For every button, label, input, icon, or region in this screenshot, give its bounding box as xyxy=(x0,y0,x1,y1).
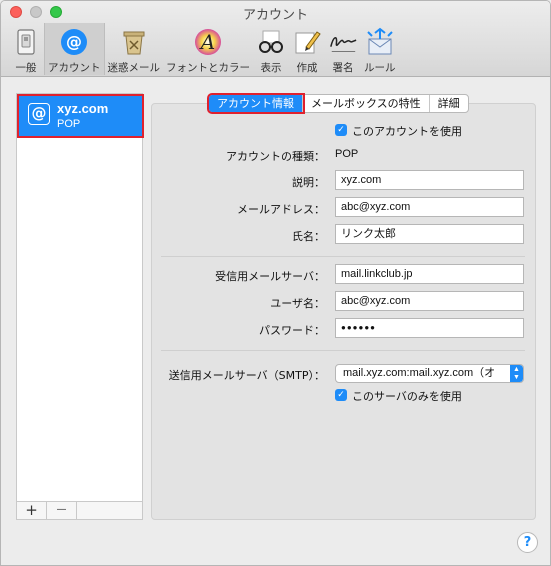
smtp-server-popup[interactable]: mail.xyz.com:mail.xyz.com（オ ▲ ▼ xyxy=(335,364,524,383)
tab-mailbox-behaviors[interactable]: メールボックスの特性 xyxy=(303,95,430,112)
preferences-window: アカウント 一般 @ アカウント 迷惑メール A フォントとカラー 表示 作成 … xyxy=(0,0,551,566)
account-list-footer: + — xyxy=(16,501,143,520)
toolbar-item-general[interactable]: 一般 xyxy=(8,23,44,75)
window-title: アカウント xyxy=(242,8,308,23)
toolbar-item-rules[interactable]: ルール xyxy=(361,23,399,75)
password-label: パスワード： xyxy=(259,324,325,337)
toolbar-label: 迷惑メール xyxy=(107,62,161,74)
email-label: メールアドレス： xyxy=(237,203,325,216)
tab-bar: アカウント情報 メールボックスの特性 詳細 xyxy=(207,93,469,114)
toolbar-label: 表示 xyxy=(260,62,282,74)
divider xyxy=(161,350,525,351)
description-label: 説明： xyxy=(292,176,325,189)
signature-icon xyxy=(328,27,358,57)
remove-account-button[interactable]: — xyxy=(47,502,77,519)
add-account-button[interactable]: + xyxy=(17,502,47,519)
username-field[interactable]: abc@xyz.com xyxy=(335,291,524,311)
title-bar: アカウント 一般 @ アカウント 迷惑メール A フォントとカラー 表示 作成 … xyxy=(1,1,550,77)
divider xyxy=(161,256,525,257)
toolbar-item-composing[interactable]: 作成 xyxy=(289,23,325,75)
svg-text:@: @ xyxy=(66,32,82,51)
account-name: xyz.com xyxy=(57,101,109,116)
description-field[interactable]: xyz.com xyxy=(335,170,524,190)
at-icon: @ xyxy=(28,103,50,125)
toolbar-item-fonts[interactable]: A フォントとカラー xyxy=(163,23,253,75)
toolbar-label: 一般 xyxy=(15,62,37,74)
incoming-server-field[interactable]: mail.linkclub.jp xyxy=(335,264,524,284)
smtp-only-label: このサーバのみを使用 xyxy=(352,390,462,403)
svg-text:A: A xyxy=(199,30,215,54)
popup-arrows-icon: ▲ ▼ xyxy=(510,365,523,382)
pencil-icon xyxy=(292,27,322,57)
toolbar-item-accounts[interactable]: @ アカウント xyxy=(44,23,105,75)
tab-advanced[interactable]: 詳細 xyxy=(430,95,468,112)
account-list-item[interactable]: @ xyz.com POP xyxy=(17,94,144,138)
glasses-icon xyxy=(256,27,286,57)
password-field[interactable]: ●●●●●● xyxy=(335,318,524,338)
switch-icon xyxy=(11,27,41,57)
fullname-label: 氏名： xyxy=(292,230,325,243)
toolbar-label: アカウント xyxy=(48,62,101,74)
toolbar-label: ルール xyxy=(364,62,396,74)
account-type-label: アカウントの種類： xyxy=(226,150,325,163)
toolbar: 一般 @ アカウント 迷惑メール A フォントとカラー 表示 作成 署名 ルール xyxy=(8,23,399,75)
toolbar-label: フォントとカラー xyxy=(166,62,250,74)
toolbar-item-viewing[interactable]: 表示 xyxy=(253,23,289,75)
account-list: @ xyz.com POP xyxy=(16,93,144,517)
settings-panel xyxy=(151,103,536,520)
tab-account-info[interactable]: アカウント情報 xyxy=(207,93,305,114)
toolbar-item-signatures[interactable]: 署名 xyxy=(325,23,361,75)
fullname-field[interactable]: リンク太郎 xyxy=(335,224,524,244)
email-field[interactable]: abc@xyz.com xyxy=(335,197,524,217)
font-icon: A xyxy=(193,27,223,57)
enable-account-checkbox[interactable]: ✓ xyxy=(335,124,347,136)
trash-icon xyxy=(119,27,149,57)
account-type: POP xyxy=(57,118,81,130)
username-label: ユーザ名： xyxy=(270,297,325,310)
rules-icon xyxy=(365,27,395,57)
toolbar-label: 作成 xyxy=(296,62,318,74)
smtp-label: 送信用メールサーバ（SMTP）： xyxy=(168,369,325,382)
smtp-server-value: mail.xyz.com:mail.xyz.com（オ xyxy=(343,367,496,379)
account-type-value: POP xyxy=(335,148,359,160)
toolbar-item-junk[interactable]: 迷惑メール xyxy=(105,23,164,75)
enable-account-label: このアカウントを使用 xyxy=(352,125,462,138)
toolbar-label: 署名 xyxy=(332,62,354,74)
help-button[interactable]: ? xyxy=(517,532,538,553)
smtp-only-checkbox[interactable]: ✓ xyxy=(335,389,347,401)
at-icon: @ xyxy=(59,27,89,57)
incoming-server-label: 受信用メールサーバ： xyxy=(215,270,325,283)
